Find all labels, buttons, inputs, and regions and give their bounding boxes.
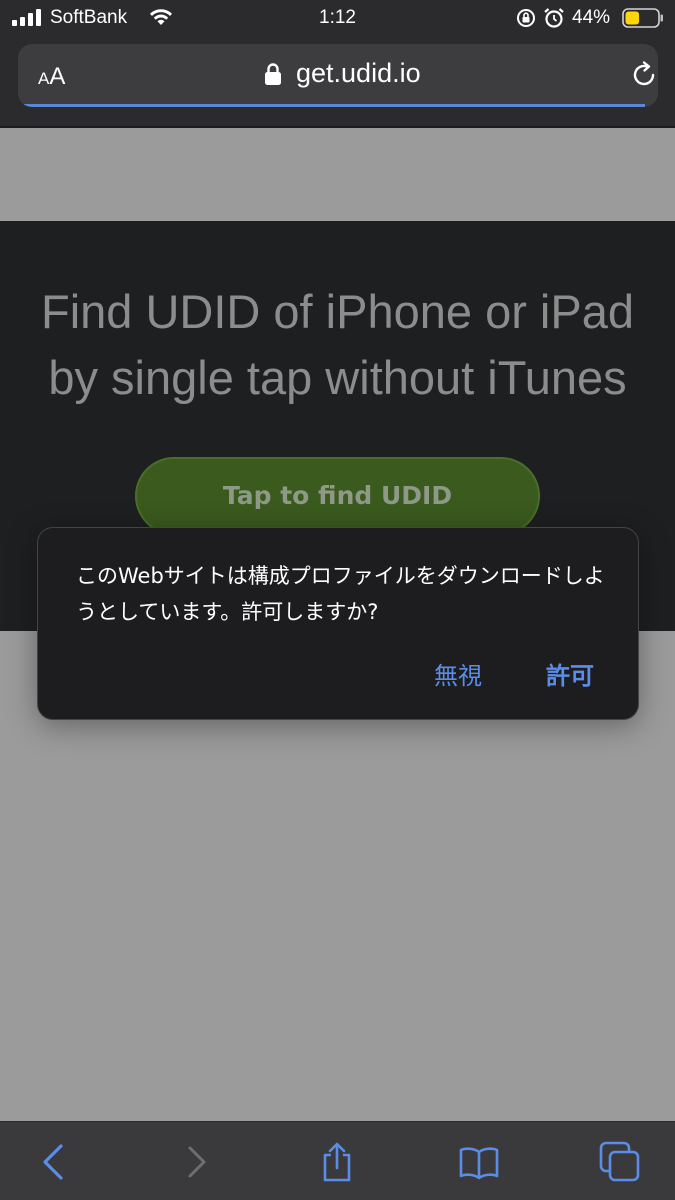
allow-button[interactable]: 許可 bbox=[546, 656, 594, 691]
battery-percent: 44% bbox=[572, 7, 611, 28]
lock-icon bbox=[265, 63, 281, 85]
browser-toolbar bbox=[0, 1121, 675, 1200]
tabs-icon[interactable] bbox=[598, 1140, 642, 1184]
ignore-button[interactable]: 無視 bbox=[434, 656, 482, 691]
find-udid-button[interactable]: Tap to find UDID bbox=[135, 457, 540, 535]
battery-icon bbox=[622, 8, 663, 28]
address-bar[interactable]: AA get.udid.io bbox=[18, 44, 658, 107]
share-icon[interactable] bbox=[315, 1140, 359, 1184]
reader-options-button[interactable]: AA bbox=[38, 63, 65, 91]
profile-download-dialog: このWebサイトは構成プロファイルをダウンロードしようとしています。許可しますか… bbox=[37, 527, 639, 720]
url-domain[interactable]: get.udid.io bbox=[296, 58, 421, 89]
alarm-icon bbox=[544, 8, 564, 28]
bookmarks-icon[interactable] bbox=[457, 1140, 501, 1184]
back-icon[interactable] bbox=[33, 1140, 77, 1184]
dialog-message: このWebサイトは構成プロファイルをダウンロードしようとしています。許可しますか… bbox=[76, 564, 605, 624]
page-headline: Find UDID of iPhone or iPad by single ta… bbox=[40, 285, 634, 404]
browser-top-chrome: SoftBank 1:12 44% AA get.udid.io bbox=[0, 0, 675, 128]
page-load-progress bbox=[18, 104, 646, 107]
reload-icon[interactable] bbox=[628, 59, 658, 91]
forward-icon[interactable] bbox=[174, 1140, 218, 1184]
orientation-lock-icon bbox=[517, 9, 535, 27]
status-bar: SoftBank 1:12 44% bbox=[0, 0, 675, 38]
